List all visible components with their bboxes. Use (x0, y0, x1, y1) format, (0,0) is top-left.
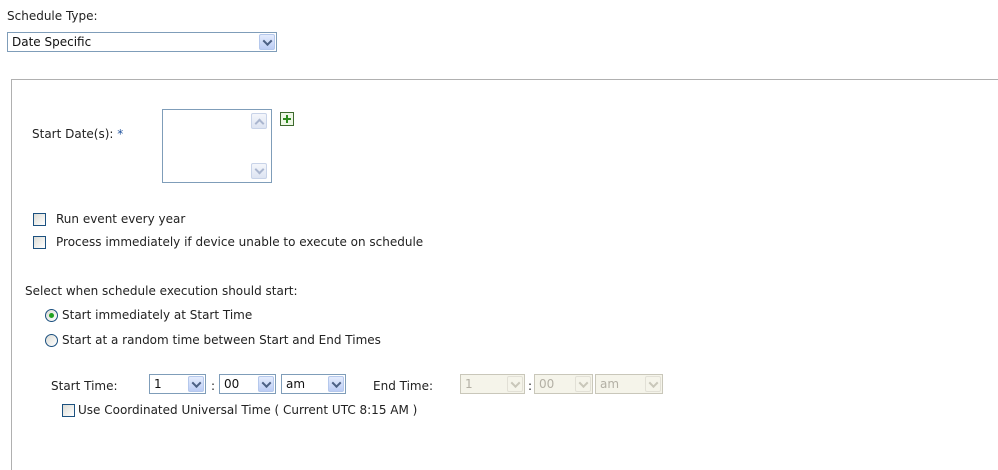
chevron-down-icon (645, 376, 661, 392)
scroll-down-icon[interactable] (251, 163, 267, 179)
use-utc-label: Use Coordinated Universal Time ( Current… (78, 403, 418, 417)
process-immediately-label: Process immediately if device unable to … (56, 235, 424, 249)
start-hour-select[interactable]: 1 (149, 374, 206, 394)
end-hour-value: 1 (465, 377, 473, 391)
chevron-down-icon (507, 376, 523, 392)
run-every-year-label: Run event every year (56, 212, 186, 226)
required-marker: * (117, 127, 124, 141)
start-immediately-label: Start immediately at Start Time (62, 308, 253, 322)
start-dates-listbox[interactable] (162, 109, 272, 183)
process-immediately-checkbox[interactable] (33, 236, 46, 249)
start-dates-label: Start Date(s): * (32, 127, 123, 141)
end-ampm-value: am (600, 377, 620, 391)
end-ampm-select[interactable]: am (595, 374, 663, 394)
start-minute-value: 00 (224, 377, 240, 391)
scroll-up-icon[interactable] (251, 113, 267, 129)
end-minute-select[interactable]: 00 (534, 374, 593, 394)
schedule-type-label: Schedule Type: (7, 9, 98, 23)
start-random-radio[interactable] (45, 334, 58, 347)
start-ampm-select[interactable]: am (281, 374, 346, 394)
end-time-label: End Time: (373, 379, 434, 393)
execution-start-prompt: Select when schedule execution should st… (25, 284, 298, 298)
start-hour-value: 1 (154, 377, 162, 391)
start-minute-select[interactable]: 00 (219, 374, 276, 394)
time-separator: : (211, 379, 216, 393)
schedule-type-value: Date Specific (12, 35, 92, 49)
chevron-down-icon[interactable] (188, 376, 204, 392)
start-dates-label-text: Start Date(s): (32, 127, 114, 141)
time-separator: : (528, 379, 533, 393)
start-time-label: Start Time: (51, 379, 118, 393)
end-minute-value: 00 (539, 377, 555, 391)
chevron-down-icon (575, 376, 591, 392)
add-date-icon[interactable] (280, 112, 294, 126)
chevron-down-icon[interactable] (259, 34, 275, 50)
run-every-year-checkbox[interactable] (33, 213, 46, 226)
start-immediately-radio[interactable] (45, 309, 58, 322)
start-ampm-value: am (286, 377, 306, 391)
chevron-down-icon[interactable] (328, 376, 344, 392)
end-hour-select[interactable]: 1 (460, 374, 525, 394)
schedule-type-select[interactable]: Date Specific (7, 32, 277, 52)
use-utc-checkbox[interactable] (62, 404, 75, 417)
chevron-down-icon[interactable] (258, 376, 274, 392)
start-random-label: Start at a random time between Start and… (62, 333, 381, 347)
